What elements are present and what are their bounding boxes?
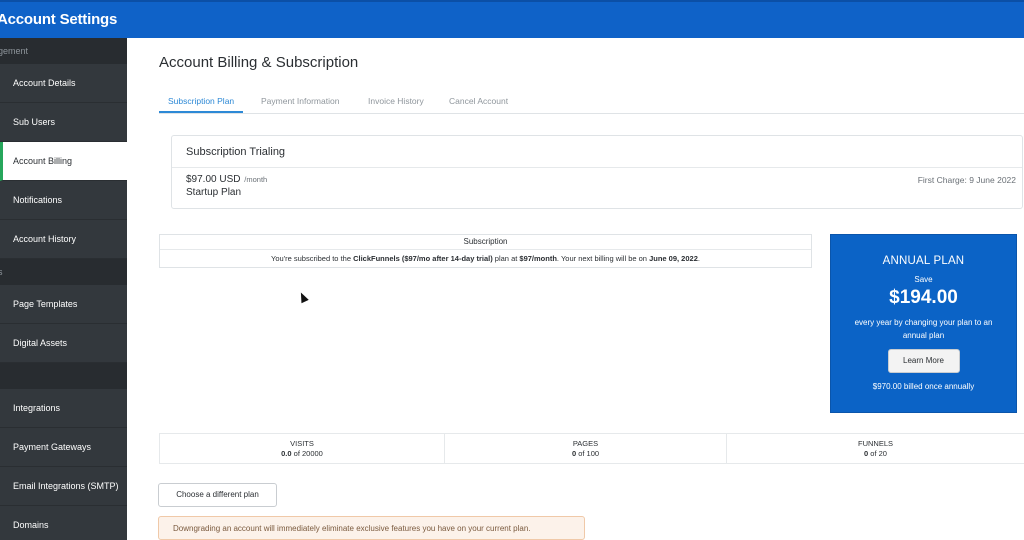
plan-price-period: /month xyxy=(244,175,268,184)
sidebar-item-notifications[interactable]: Notifications xyxy=(0,181,127,220)
subscription-status-title: Subscription Trialing xyxy=(186,146,286,158)
annual-plan-panel: ANNUAL PLAN Save $194.00 every year by c… xyxy=(830,234,1017,413)
sidebar-section-management: gement xyxy=(0,38,127,64)
plan-price-amount: $97.00 USD xyxy=(186,174,241,185)
first-charge-date: First Charge: 9 June 2022 xyxy=(917,175,1016,185)
top-bar: Account Settings xyxy=(0,0,1024,38)
app-title: Account Settings xyxy=(0,11,118,28)
annual-save-label: Save xyxy=(914,275,933,284)
annual-plan-description: every year by changing your plan to an a… xyxy=(854,318,993,340)
stat-label: FUNNELS xyxy=(857,439,893,448)
sidebar-item-account-history[interactable]: Account History xyxy=(0,220,127,259)
sidebar-item-account-details[interactable]: Account Details xyxy=(0,64,127,103)
subscription-text: . Your next billing will be on xyxy=(556,254,650,263)
sidebar-item-page-templates[interactable]: Page Templates xyxy=(0,285,127,324)
sidebar-section-label: s xyxy=(0,267,3,277)
stat-funnels: FUNNELS 0 of 20 xyxy=(727,434,1024,463)
sidebar-section-assets: s xyxy=(0,259,127,285)
stat-pages: PAGES 0 of 100 xyxy=(445,434,727,463)
main-content: Account Billing & Subscription Subscript… xyxy=(127,38,1024,540)
next-billing-date: June 09, 2022 xyxy=(649,254,698,263)
subscription-text: You're subscribed to the xyxy=(271,254,354,263)
subscription-plan-name: ClickFunnels ($97/mo after 14-day trial) xyxy=(353,254,493,263)
tab-subscription-plan[interactable]: Subscription Plan xyxy=(159,96,244,113)
learn-more-button[interactable]: Learn More xyxy=(887,349,960,373)
sidebar-item-account-billing[interactable]: Account Billing xyxy=(0,142,127,181)
sidebar-item-digital-assets[interactable]: Digital Assets xyxy=(0,324,127,363)
card-divider xyxy=(172,167,1022,168)
downgrade-warning: Downgrading an account will immediately … xyxy=(158,516,585,540)
sidebar-item-integrations[interactable]: Integrations xyxy=(0,389,127,428)
plan-price: $97.00 USD /month xyxy=(186,174,267,185)
subscription-text: . xyxy=(697,254,700,263)
plan-name: Startup Plan xyxy=(186,187,242,198)
subscription-text: plan at xyxy=(492,254,520,263)
usage-stats: VISITS 0.0 of 20000 PAGES 0 of 100 FUNNE… xyxy=(159,433,1024,464)
subscription-table-row: You're subscribed to the ClickFunnels ($… xyxy=(160,250,811,268)
stat-limit: of 20000 xyxy=(291,449,323,458)
annual-plan-title: ANNUAL PLAN xyxy=(882,255,965,267)
tab-invoice-history[interactable]: Invoice History xyxy=(368,96,424,106)
sidebar-item-domains[interactable]: Domains xyxy=(0,506,127,540)
annual-billed-text: $970.00 billed once annually xyxy=(872,382,975,391)
stat-label: VISITS xyxy=(290,439,314,448)
subscription-card: Subscription Trialing $97.00 USD /month … xyxy=(171,135,1023,209)
tab-payment-information[interactable]: Payment Information xyxy=(261,96,339,106)
sidebar-section-label: gement xyxy=(0,46,29,56)
annual-save-amount: $194.00 xyxy=(889,287,958,308)
sidebar-item-email-integrations[interactable]: Email Integrations (SMTP) xyxy=(0,467,127,506)
stat-limit: of 20 xyxy=(868,449,887,458)
choose-different-plan-button[interactable]: Choose a different plan xyxy=(158,483,277,507)
stat-label: PAGES xyxy=(572,439,599,448)
sidebar: gement Account Details Sub Users Account… xyxy=(0,38,127,540)
stat-visits: VISITS 0.0 of 20000 xyxy=(160,434,445,463)
stat-limit: of 100 xyxy=(576,449,600,458)
page-title: Account Billing & Subscription xyxy=(159,54,359,71)
tab-bar: Subscription Plan Payment Information In… xyxy=(159,92,1024,114)
subscription-price: $97/month xyxy=(519,254,557,263)
sidebar-section-integrations xyxy=(0,363,127,389)
tab-cancel-account[interactable]: Cancel Account xyxy=(449,96,508,106)
subscription-table-header: Subscription xyxy=(160,235,811,250)
stat-value: 0.0 xyxy=(281,449,292,458)
subscription-table: Subscription You're subscribed to the Cl… xyxy=(159,234,812,268)
sidebar-item-payment-gateways[interactable]: Payment Gateways xyxy=(0,428,127,467)
sidebar-item-sub-users[interactable]: Sub Users xyxy=(0,103,127,142)
